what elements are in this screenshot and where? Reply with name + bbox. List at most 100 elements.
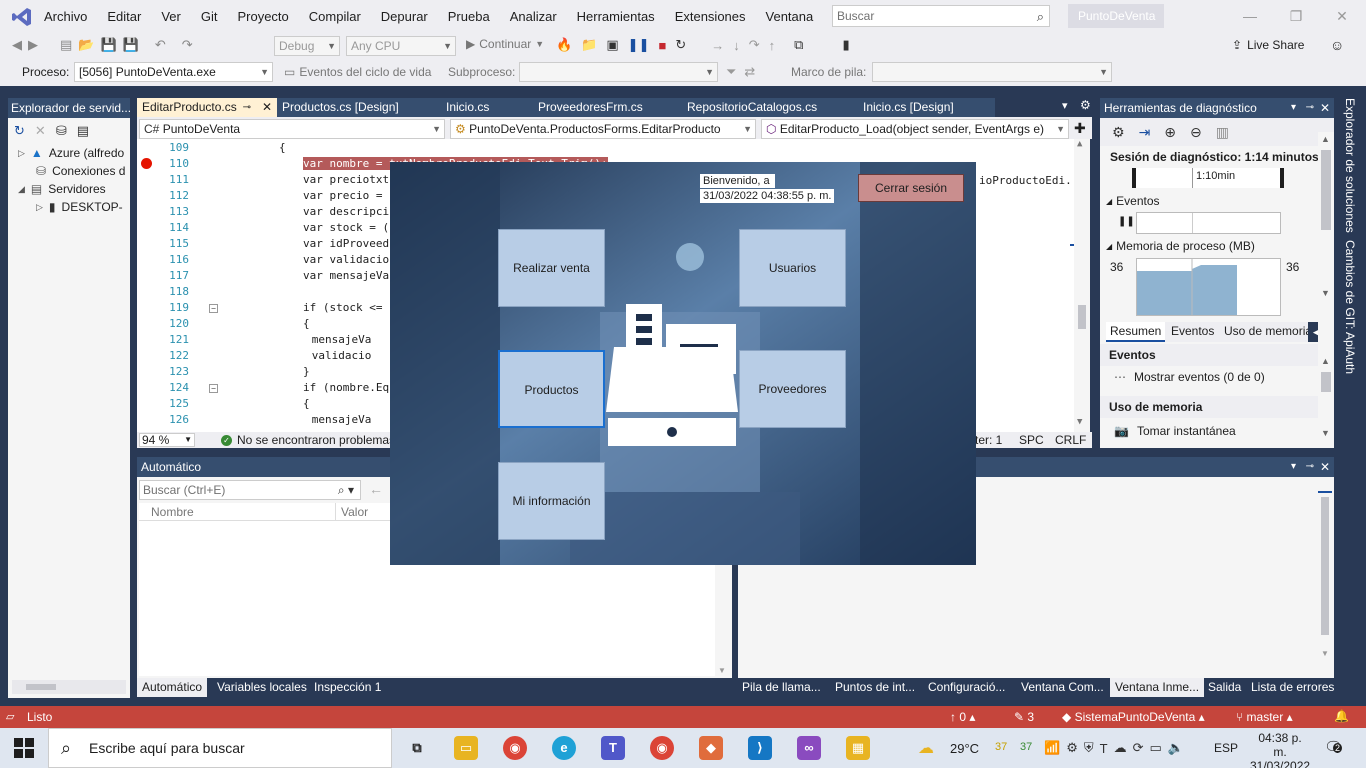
connect-server-icon[interactable]: ▤	[77, 123, 89, 139]
scroll-up-icon[interactable]: ▲	[1321, 134, 1330, 144]
logout-button[interactable]: Cerrar sesión	[858, 174, 964, 202]
tab-inicio-design[interactable]: Inicio.cs [Design]	[858, 98, 995, 117]
close-icon[interactable]: ✕	[1319, 0, 1365, 33]
toggle-icon[interactable]: ⇄	[744, 64, 755, 80]
close-icon[interactable]: ✕	[262, 98, 272, 117]
menu-item-9[interactable]: Herramientas	[567, 9, 665, 24]
teams-icon[interactable]: T	[601, 736, 625, 760]
task-view-icon[interactable]: ⧉	[405, 736, 429, 760]
pause-icon[interactable]: ❚❚	[1118, 216, 1135, 227]
productos-button[interactable]: Productos	[498, 350, 605, 428]
subprocess-dropdown[interactable]: ▼	[519, 62, 718, 82]
pin-icon[interactable]: ⊸	[243, 98, 251, 117]
scroll-down-icon[interactable]: ▼	[718, 666, 726, 675]
step-out-icon[interactable]: ↑	[769, 38, 776, 53]
zoom-dropdown[interactable]: 94 % ▼	[139, 433, 195, 447]
memory-section-header[interactable]: ◢ Memoria de proceso (MB)	[1106, 239, 1255, 253]
step-into-icon[interactable]: ↓	[733, 38, 740, 53]
timeline-ruler[interactable]: 1:10min	[1132, 168, 1284, 188]
vscode-icon[interactable]: ⟩	[748, 736, 772, 760]
window-menu-icon[interactable]: ▾	[1291, 457, 1296, 477]
menu-item-11[interactable]: Ventana	[756, 9, 824, 24]
scroll-up-icon[interactable]: ▲	[1077, 139, 1082, 149]
config-dropdown[interactable]: Debug ▼	[274, 36, 340, 56]
forward-icon[interactable]: ▶	[28, 37, 38, 53]
show-events-link[interactable]: ⋯ Mostrar eventos (0 de 0)	[1114, 370, 1265, 384]
minimize-icon[interactable]: —	[1227, 0, 1273, 33]
feedback-icon[interactable]: ☺	[1330, 37, 1344, 53]
branch-indicator[interactable]: ⑂ master ▴	[1236, 710, 1293, 724]
edge-icon[interactable]: e	[552, 736, 576, 760]
screenshot-icon[interactable]: ▣	[606, 37, 618, 53]
zoom-out-icon[interactable]: ⊖	[1190, 124, 1202, 141]
tab-eventos[interactable]: Eventos	[1171, 324, 1214, 338]
issues-indicator[interactable]: ✓ No se encontraron problemas	[221, 433, 395, 447]
language-indicator[interactable]: ESP	[1214, 741, 1238, 755]
line-ending[interactable]: CRLF	[1055, 433, 1086, 447]
close-icon[interactable]: ✕	[1320, 457, 1330, 477]
menu-item-4[interactable]: Proyecto	[227, 9, 298, 24]
refresh-icon[interactable]: ↻	[14, 123, 25, 139]
tab-resumen[interactable]: Resumen	[1106, 322, 1166, 342]
snapshot-button[interactable]: 📷 Tomar instantánea	[1114, 424, 1236, 438]
back-arrow-icon[interactable]: ←	[369, 481, 383, 497]
scroll-down-icon[interactable]: ▼	[1321, 428, 1330, 438]
new-project-icon[interactable]: ▤	[60, 37, 72, 53]
mi-informacion-button[interactable]: Mi información	[498, 462, 605, 540]
split-icon[interactable]: ✚	[1074, 120, 1086, 137]
live-share-button[interactable]: ⇪ Live Share	[1232, 38, 1304, 52]
tree-item-desktop[interactable]: ▷ ▮ DESKTOP-	[8, 198, 130, 216]
tree-item-azure[interactable]: ▷ ▲ Azure (alfredo	[8, 144, 130, 162]
git-client-icon[interactable]: ◆	[699, 736, 723, 760]
tab-solution-explorer[interactable]: Explorador de soluciones	[1340, 98, 1360, 233]
export-icon[interactable]: ⇥	[1139, 124, 1151, 141]
sync-icon[interactable]: ⟳	[1133, 740, 1144, 756]
tab-uso-memoria[interactable]: Uso de memoria	[1224, 324, 1314, 338]
tab-proveedoresfrm[interactable]: ProveedoresFrm.cs	[533, 98, 682, 117]
stack-frame-dropdown[interactable]: ▼	[872, 62, 1112, 82]
tray-icon[interactable]: ⚙	[1066, 740, 1078, 756]
server-explorer-title[interactable]: Explorador de servid...	[8, 98, 130, 118]
pin-icon[interactable]: ⊸	[1306, 98, 1314, 118]
gear-icon[interactable]: ⚙	[1112, 124, 1125, 141]
visual-studio-icon[interactable]: ∞	[797, 736, 821, 760]
collapse-icon[interactable]: −	[209, 384, 218, 393]
immediate-scrollbar[interactable]: ▼	[1318, 477, 1332, 677]
project-dropdown[interactable]: C# PuntoDeVenta ▼	[139, 119, 445, 139]
teams-tray-icon[interactable]: T	[1100, 741, 1108, 756]
tree-item-connections[interactable]: ⛁ Conexiones d	[8, 162, 130, 180]
realizar-venta-button[interactable]: Realizar venta	[498, 229, 605, 307]
whitespace-mode[interactable]: SPC	[1019, 433, 1044, 447]
tray-badge-1[interactable]: 37	[995, 741, 1007, 753]
tab-pila-llamadas[interactable]: Pila de llama...	[737, 678, 826, 697]
scroll-down-icon[interactable]: ▼	[1077, 417, 1082, 427]
close-icon[interactable]: ✕	[1320, 98, 1330, 118]
redo-icon[interactable]: ↷	[182, 37, 193, 53]
save-all-icon[interactable]: 💾	[123, 37, 139, 53]
search-input[interactable]: Buscar ⌕	[832, 5, 1050, 27]
menu-item-8[interactable]: Analizar	[500, 9, 567, 24]
browse-icon[interactable]: 📁	[581, 37, 597, 53]
changes-indicator[interactable]: ✎ 3	[1014, 710, 1034, 724]
tab-lista-errores[interactable]: Lista de errores	[1246, 678, 1339, 697]
horizontal-scrollbar[interactable]	[12, 680, 126, 694]
chart-icon[interactable]: ▥	[1216, 124, 1229, 141]
clock[interactable]: 04:38 p. m. 31/03/2022	[1250, 731, 1310, 768]
menu-item-5[interactable]: Compilar	[299, 9, 371, 24]
auto-search-input[interactable]: Buscar (Ctrl+E) ⌕ ▾	[139, 480, 361, 500]
step-over-icon[interactable]: ↷	[749, 37, 760, 53]
process-dropdown[interactable]: [5056] PuntoDeVenta.exe ▼	[74, 62, 273, 82]
taskbar-search-input[interactable]: ⌕ Escribe aquí para buscar	[48, 728, 392, 768]
tab-git-changes[interactable]: Cambios de GIT: ApiAuth	[1340, 240, 1360, 380]
chrome-icon[interactable]: ◉	[503, 736, 527, 760]
menu-item-2[interactable]: Ver	[151, 9, 191, 24]
connect-db-icon[interactable]: ⛁	[56, 123, 67, 139]
scroll-down-icon[interactable]: ▼	[1321, 288, 1330, 298]
tab-ventana-inmediato[interactable]: Ventana Inme...	[1110, 678, 1205, 697]
bookmark-icon[interactable]: ▮	[842, 37, 849, 53]
breakpoints-icon[interactable]: ⧉	[794, 37, 803, 53]
tab-inspeccion[interactable]: Inspección 1	[309, 678, 386, 697]
scroll-down-icon[interactable]: ▼	[1321, 649, 1329, 658]
tree-item-servers[interactable]: ◢ ▤ Servidores	[8, 180, 130, 198]
member-dropdown[interactable]: ⬡ EditarProducto_Load(object sender, Eve…	[761, 119, 1069, 139]
